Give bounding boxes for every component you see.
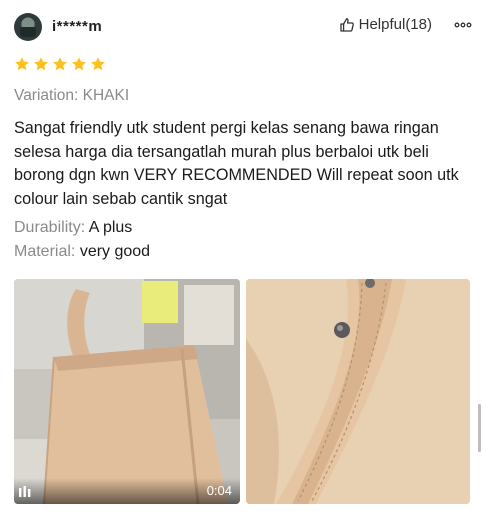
star-icon: [14, 56, 30, 72]
video-icon: [18, 486, 34, 498]
attribute-value: A plus: [88, 219, 133, 236]
review-photo-thumbnail[interactable]: [246, 279, 470, 504]
more-options-icon[interactable]: [454, 20, 472, 30]
helpful-count-label: Helpful(18): [358, 16, 432, 33]
attribute-key: Durability:: [14, 219, 86, 236]
star-icon: [90, 56, 106, 72]
review-header: i*****m Helpful(18): [14, 12, 472, 44]
avatar[interactable]: [14, 13, 42, 41]
attribute-key: Material:: [14, 243, 76, 260]
review-text: Sangat friendly utk student pergi kelas …: [14, 119, 459, 208]
video-duration: 0:04: [206, 483, 232, 498]
star-icon: [52, 56, 68, 72]
helpful-button[interactable]: Helpful(18): [339, 16, 432, 33]
scrollbar[interactable]: [478, 404, 481, 452]
attribute-durability: Durability: A plus: [14, 219, 132, 237]
star-icon: [33, 56, 49, 72]
reviewer-username: i*****m: [52, 18, 103, 35]
star-icon: [71, 56, 87, 72]
attribute-material: Material: very good: [14, 243, 150, 261]
attribute-value: very good: [79, 243, 151, 260]
star-rating: [14, 56, 106, 72]
thumbs-up-icon: [339, 17, 355, 33]
variation-label: Variation: KHAKI: [14, 87, 130, 104]
review-video-thumbnail[interactable]: 0:04: [14, 279, 240, 504]
